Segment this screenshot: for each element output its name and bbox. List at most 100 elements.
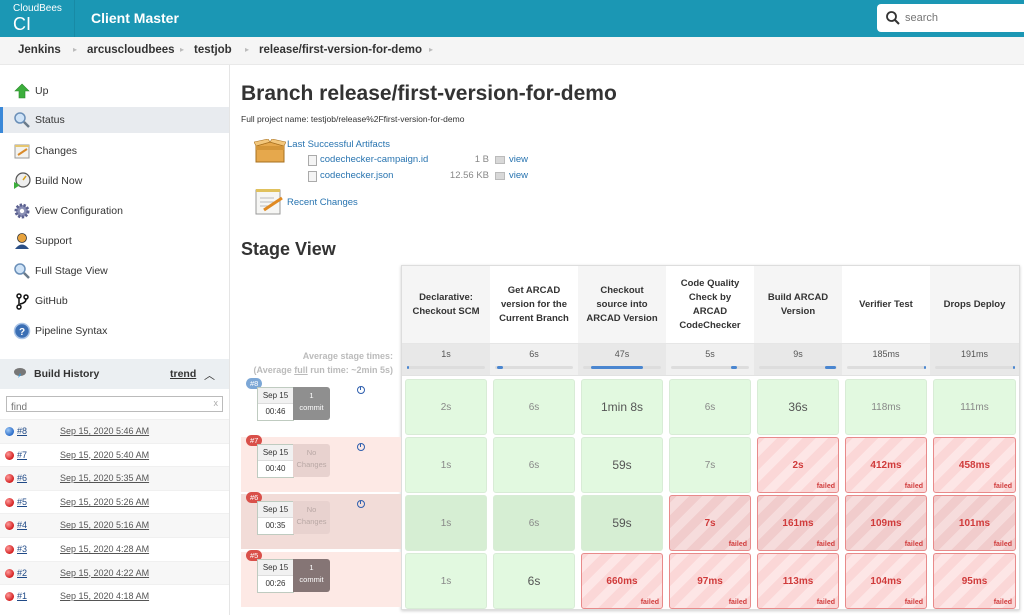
build-number-link[interactable]: #4 [17, 520, 27, 530]
artifact-view-link[interactable]: view [509, 170, 528, 181]
build-number-link[interactable]: #8 [17, 426, 27, 436]
stage-cell-success[interactable]: 6s [493, 495, 575, 551]
view-file-icon[interactable] [495, 156, 505, 164]
build-number-link[interactable]: #2 [17, 568, 27, 578]
stage-cell-success[interactable]: 6s [493, 379, 575, 435]
avg-label-line1: Average stage times: [302, 351, 393, 361]
clock-icon[interactable] [357, 386, 365, 394]
stage-cell-failed[interactable]: 113ms failed [757, 553, 839, 609]
stage-cell-failed[interactable]: 412ms failed [845, 437, 927, 493]
build-changes-box[interactable]: 1 commit [293, 559, 330, 592]
stage-cell-success[interactable]: 1s [405, 495, 487, 551]
build-history-row: #5 Sep 15, 2020 5:26 AM [0, 489, 229, 514]
breadcrumb: Jenkins ▸ arcuscloudbees ▸ testjob ▸ rel… [0, 37, 1024, 65]
stage-cell-failed[interactable]: 104ms failed [845, 553, 927, 609]
stage-cell-success[interactable]: 2s [405, 379, 487, 435]
stage-cell-success[interactable]: 1s [405, 553, 487, 609]
artifact-name-link[interactable]: codechecker-campaign.id [320, 154, 428, 165]
stage-cell-success[interactable]: 36s [757, 379, 839, 435]
build-changes-box[interactable]: No Changes [293, 444, 330, 477]
build-changes-box[interactable]: No Changes [293, 501, 330, 534]
build-number-link[interactable]: #3 [17, 544, 27, 554]
breadcrumb-arcuscloudbees[interactable]: arcuscloudbees [87, 44, 175, 56]
avg-full-link[interactable]: full [294, 365, 308, 375]
breadcrumb-jenkins[interactable]: Jenkins [18, 44, 61, 56]
sidebar-item-up[interactable]: Up [0, 78, 229, 104]
stage-cell-failed[interactable]: 101ms failed [933, 495, 1016, 551]
sidebar-item-view-configuration[interactable]: View Configuration [0, 198, 229, 224]
failed-label: failed [993, 541, 1012, 548]
breadcrumb-chevron-icon[interactable]: ▸ [73, 45, 77, 54]
build-filter-input[interactable] [7, 400, 197, 415]
package-box-icon [254, 139, 286, 163]
build-date: Sep 15 [258, 560, 293, 576]
support-person-icon [15, 233, 29, 249]
stage-cell-success[interactable]: 6s [669, 379, 751, 435]
search-input[interactable] [905, 9, 1020, 27]
build-date-link[interactable]: Sep 15, 2020 4:22 AM [60, 568, 149, 578]
breadcrumb-chevron-icon[interactable]: ▸ [429, 45, 433, 54]
sidebar-item-build-now[interactable]: Build Now [0, 168, 229, 194]
stage-cell-failed[interactable]: 109ms failed [845, 495, 927, 551]
breadcrumb-chevron-icon[interactable]: ▸ [180, 45, 184, 54]
stage-cell-success[interactable]: 118ms [845, 379, 927, 435]
build-number-link[interactable]: #7 [17, 450, 27, 460]
stage-cell-success[interactable]: 1s [405, 437, 487, 493]
trend-link[interactable]: trend [170, 368, 196, 380]
stage-cell-success[interactable]: 111ms [933, 379, 1016, 435]
build-date-link[interactable]: Sep 15, 2020 5:46 AM [60, 426, 149, 436]
stage-cell-failed[interactable]: 660ms failed [581, 553, 663, 609]
view-file-icon[interactable] [495, 172, 505, 180]
stage-cell-success[interactable]: 7s [669, 437, 751, 493]
stage-duration: 111ms [960, 401, 989, 413]
build-number-link[interactable]: #1 [17, 591, 27, 601]
stage-cell-failed[interactable]: 7s failed [669, 495, 751, 551]
stage-header: Build ARCAD Version [754, 266, 842, 343]
artifact-name-link[interactable]: codechecker.json [320, 170, 393, 181]
stage-cell-success[interactable]: 59s [581, 495, 663, 551]
sidebar-item-full-stage-view[interactable]: Full Stage View [0, 258, 229, 284]
sidebar-item-changes[interactable]: Changes [0, 138, 229, 164]
cloudbees-logo[interactable]: CloudBees CI [0, 0, 75, 37]
stage-cell-failed[interactable]: 161ms failed [757, 495, 839, 551]
stage-cell-failed[interactable]: 97ms failed [669, 553, 751, 609]
recent-changes-link[interactable]: Recent Changes [287, 197, 358, 208]
stage-duration: 97ms [697, 575, 723, 587]
sidebar-item-status[interactable]: Status [0, 107, 229, 133]
clock-icon[interactable] [357, 500, 365, 508]
build-history-title: Build History [34, 368, 100, 380]
stage-cell-success[interactable]: 6s [493, 437, 575, 493]
stage-cell-success[interactable]: 59s [581, 437, 663, 493]
build-date-link[interactable]: Sep 15, 2020 5:35 AM [60, 473, 149, 483]
clear-filter-icon[interactable]: x [214, 398, 219, 408]
build-number-link[interactable]: #6 [17, 473, 27, 483]
build-date-link[interactable]: Sep 15, 2020 5:26 AM [60, 497, 149, 507]
master-title-link[interactable]: Client Master [91, 10, 179, 26]
stage-cell-success[interactable]: 6s [493, 553, 575, 609]
artifact-view-link[interactable]: view [509, 154, 528, 165]
stage-cell-failed[interactable]: 95ms failed [933, 553, 1016, 609]
stage-average-bar [495, 366, 573, 369]
collapse-chevron-icon[interactable]: ︿ [204, 367, 215, 383]
sidebar-item-pipeline-syntax[interactable]: ? Pipeline Syntax [0, 318, 229, 344]
build-changes-box[interactable]: 1 commit [293, 387, 330, 420]
build-number-link[interactable]: #5 [17, 497, 27, 507]
search-box[interactable] [877, 4, 1024, 32]
sidebar-item-github[interactable]: GitHub [0, 288, 229, 314]
stage-average-bar [935, 366, 1015, 369]
build-date-link[interactable]: Sep 15, 2020 5:16 AM [60, 520, 149, 530]
breadcrumb-branch[interactable]: release/first-version-for-demo [259, 44, 422, 56]
stage-average-bar-fill [590, 366, 644, 369]
build-date-link[interactable]: Sep 15, 2020 4:18 AM [60, 591, 149, 601]
stage-cell-failed[interactable]: 458ms failed [933, 437, 1016, 493]
last-successful-artifacts-link[interactable]: Last Successful Artifacts [287, 139, 390, 150]
clock-icon[interactable] [357, 443, 365, 451]
build-date-link[interactable]: Sep 15, 2020 4:28 AM [60, 544, 149, 554]
build-date-link[interactable]: Sep 15, 2020 5:40 AM [60, 450, 149, 460]
breadcrumb-testjob[interactable]: testjob [194, 44, 232, 56]
stage-cell-success[interactable]: 1min 8s [581, 379, 663, 435]
stage-cell-failed[interactable]: 2s failed [757, 437, 839, 493]
failed-label: failed [904, 541, 923, 548]
sidebar-item-support[interactable]: Support [0, 228, 229, 254]
breadcrumb-chevron-icon[interactable]: ▸ [245, 45, 249, 54]
